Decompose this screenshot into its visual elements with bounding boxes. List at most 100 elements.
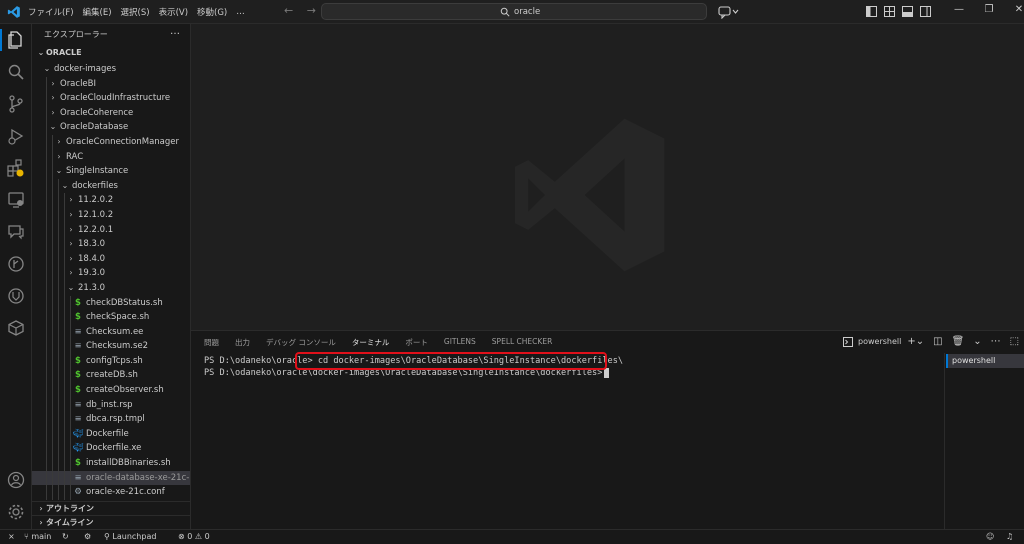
tree-file[interactable]: 🐳︎ Dockerfile.xe <box>32 441 190 457</box>
tab-output[interactable]: 出力 <box>235 337 250 348</box>
tree-file[interactable]: ≡ Checksum.ee <box>32 324 190 340</box>
copilot-chat-icon[interactable] <box>718 5 740 19</box>
tree-folder[interactable]: ⌄ docker-images <box>32 62 190 77</box>
indent-guide <box>52 339 53 354</box>
copilot-status-icon[interactable]: ☺ <box>986 532 994 541</box>
active-indicator <box>0 29 2 51</box>
tree-row-content: ≡ db_inst.rsp <box>32 400 132 410</box>
menu-edit[interactable]: 編集(E) <box>83 6 112 18</box>
explorer-files-icon[interactable] <box>6 30 26 50</box>
indent-guide <box>64 470 65 486</box>
indent-guide <box>46 310 47 325</box>
kill-terminal-icon[interactable]: 🗑︎ <box>952 336 965 347</box>
tree-file[interactable]: ≡ dbca.rsp.tmpl <box>32 412 190 427</box>
remote-explorer-icon[interactable] <box>6 190 26 210</box>
tab-gitlens[interactable]: GITLENS <box>444 337 476 348</box>
indent-guide <box>58 426 59 442</box>
minimize-icon[interactable]: — <box>944 4 974 15</box>
menu-go[interactable]: 移動(G) <box>197 6 227 18</box>
split-terminal-icon[interactable]: ◫ <box>933 336 942 347</box>
tree-folder[interactable]: ⌄ SingleInstance <box>32 164 190 179</box>
indent-guide <box>64 426 65 442</box>
extensions-icon[interactable] <box>6 158 26 178</box>
outline-section[interactable]: › アウトライン <box>32 501 190 515</box>
tree-folder[interactable]: › OracleCloudInfrastructure <box>32 91 190 106</box>
settings-gear-icon[interactable] <box>6 502 26 522</box>
tree-file[interactable]: $ createObserver.sh <box>32 383 190 398</box>
tree-file[interactable]: 🐳︎ Dockerfile <box>32 426 190 442</box>
tab-terminal[interactable]: ターミナル <box>352 337 390 348</box>
indent-guide <box>52 426 53 442</box>
terminal-list-label: powershell <box>952 356 996 365</box>
sync-icon[interactable]: ↻ <box>62 532 69 541</box>
tree-folder[interactable]: › OracleBI <box>32 76 190 92</box>
forward-arrow-icon[interactable]: → <box>307 4 316 17</box>
tree-file[interactable]: ≡ db_inst.rsp <box>32 397 190 413</box>
new-terminal-icon[interactable]: +⌄ <box>907 336 924 347</box>
tree-folder[interactable]: › OracleCoherence <box>32 105 190 121</box>
source-control-icon[interactable] <box>6 94 26 114</box>
search-activity-icon[interactable] <box>6 62 26 82</box>
branch-indicator[interactable]: ⑂ main <box>24 532 51 541</box>
tab-ports[interactable]: ポート <box>405 337 428 348</box>
timeline-section[interactable]: › タイムライン <box>32 515 190 529</box>
tab-spell-checker[interactable]: SPELL CHECKER <box>492 337 552 348</box>
shell-label[interactable]: powershell <box>858 337 901 346</box>
tree-file[interactable]: ≡ Checksum.se2 <box>32 339 190 354</box>
more-actions-icon[interactable]: ⋯ <box>991 336 1001 347</box>
run-debug-icon[interactable] <box>6 126 26 146</box>
account-icon[interactable] <box>6 470 26 490</box>
command-center-search[interactable]: oracle <box>321 3 707 20</box>
notifications-bell-icon[interactable]: ♫ <box>1006 532 1013 541</box>
gitlens-status-icon[interactable]: ⚙ <box>84 532 91 541</box>
tree-file[interactable]: $ checkSpace.sh <box>32 310 190 325</box>
menu-selection[interactable]: 選択(S) <box>121 6 150 18</box>
toggle-secondary-sidebar-icon[interactable] <box>920 6 931 17</box>
menu-view[interactable]: 表示(V) <box>159 6 188 18</box>
tree-file[interactable]: $ checkDBStatus.sh <box>32 295 190 311</box>
tree-folder[interactable]: › 18.4.0 <box>32 251 190 267</box>
tree-folder[interactable]: ⌄ OracleDatabase <box>32 120 190 135</box>
testing-icon[interactable] <box>6 286 26 306</box>
tree-file[interactable]: ⚙ oracle-xe-21c.conf <box>32 485 190 500</box>
toggle-panel-icon[interactable] <box>902 6 913 17</box>
chevron-right-icon: › <box>69 195 73 205</box>
terminal-list-item[interactable]: powershell <box>946 354 1024 368</box>
tree-file[interactable]: $ createDB.sh <box>32 368 190 384</box>
menu-file[interactable]: ファイル(F) <box>28 6 74 18</box>
tree-folder[interactable]: › 18.3.0 <box>32 237 190 252</box>
menu-more[interactable]: … <box>236 7 245 17</box>
tree-file[interactable]: $ configTcps.sh <box>32 353 190 369</box>
close-window-icon[interactable]: ✕ <box>1004 4 1024 15</box>
indent-guide <box>52 353 53 369</box>
tree-file[interactable]: ≡ oracle-database-xe-21c-1... <box>32 470 190 486</box>
gitlens-icon[interactable] <box>6 254 26 274</box>
restore-icon[interactable]: ❐ <box>974 4 1004 15</box>
containers-icon[interactable] <box>6 318 26 338</box>
tab-problems[interactable]: 問題 <box>204 337 219 348</box>
tree-file[interactable]: $ installDBBinaries.sh <box>32 456 190 471</box>
tree-folder[interactable]: › 12.2.0.1 <box>32 222 190 238</box>
indent-guide <box>58 353 59 369</box>
tree-folder[interactable]: › 19.3.0 <box>32 266 190 281</box>
tree-folder[interactable]: › 12.1.0.2 <box>32 207 190 223</box>
back-arrow-icon[interactable]: ← <box>284 4 293 17</box>
explorer-more-icon[interactable]: … <box>170 26 180 37</box>
indent-guide <box>58 193 59 208</box>
tree-folder[interactable]: › RAC <box>32 149 190 165</box>
chat-icon[interactable] <box>6 222 26 242</box>
tree-item-label: 18.3.0 <box>78 239 106 250</box>
remote-indicator-icon[interactable]: ⨯ <box>8 532 15 541</box>
tree-folder[interactable]: › OracleConnectionManager <box>32 134 190 150</box>
tree-folder[interactable]: ⌄ dockerfiles <box>32 178 190 194</box>
maximize-panel-icon[interactable]: ⬚ <box>1010 336 1019 347</box>
chevron-down-icon[interactable]: ⌄ <box>973 336 981 347</box>
tree-folder[interactable]: › 11.2.0.2 <box>32 193 190 208</box>
workspace-root[interactable]: ⌄ ORACLE <box>36 48 82 57</box>
customize-layout-icon[interactable] <box>884 6 895 17</box>
tree-folder[interactable]: ⌄ 21.3.0 <box>32 280 190 296</box>
toggle-primary-sidebar-icon[interactable] <box>866 6 877 17</box>
launchpad-item[interactable]: ⚲ Launchpad <box>104 532 156 541</box>
tab-debug-console[interactable]: デバッグ コンソール <box>266 337 336 348</box>
problems-indicator[interactable]: ⊗ 0 ⚠ 0 <box>178 532 210 541</box>
